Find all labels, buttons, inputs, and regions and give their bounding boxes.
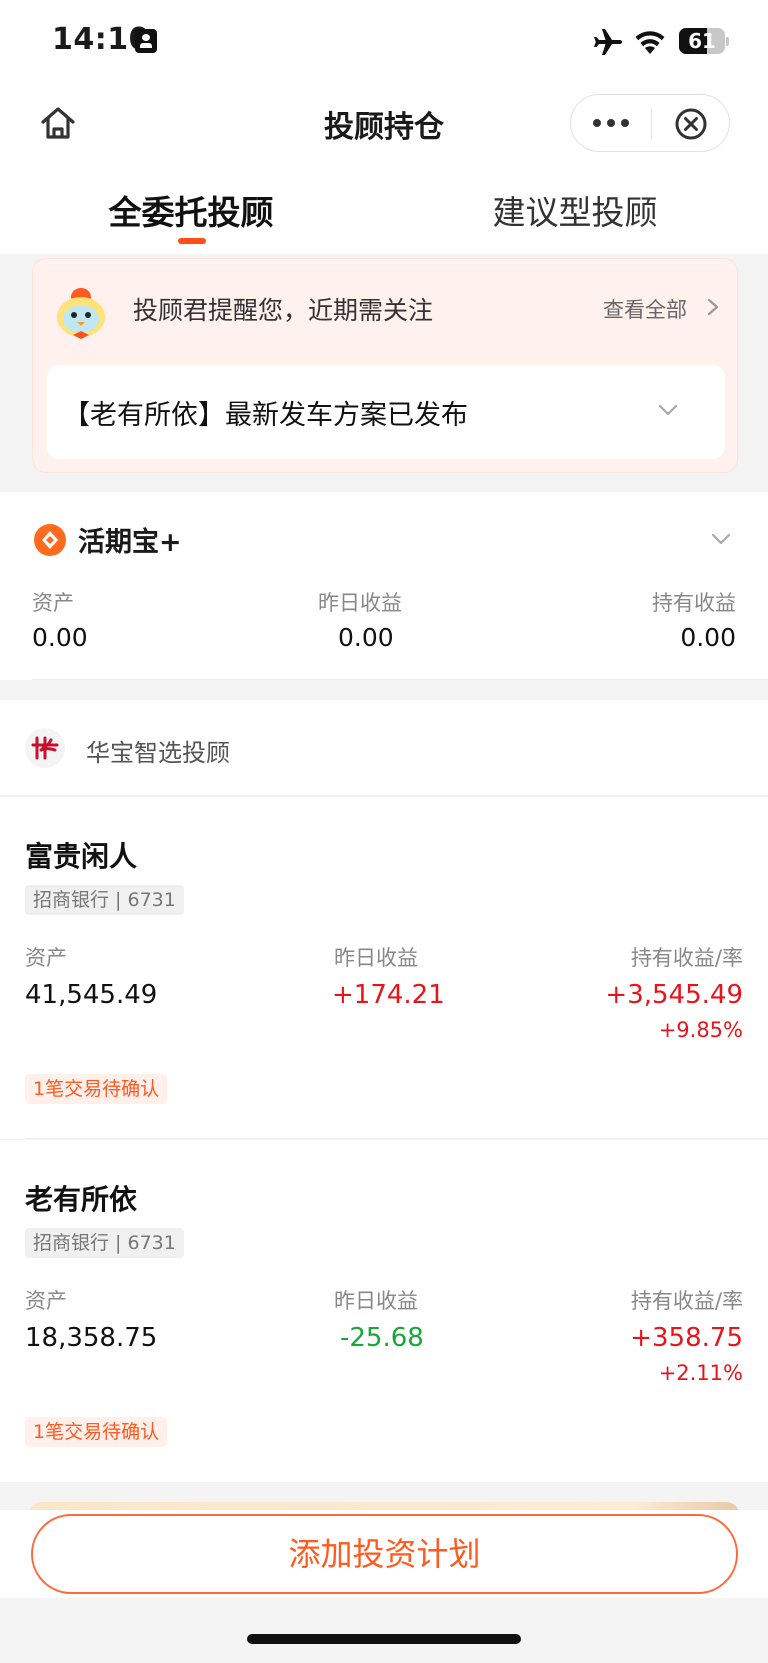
battery-percent: 61 <box>688 29 716 53</box>
yesterday-value: -25.68 <box>340 1323 424 1353</box>
asset-label: 资产 <box>25 946 67 970</box>
bank-tag: 招商银行 | 6731 <box>25 1228 184 1258</box>
holding-label: 持有收益/率 <box>630 1289 743 1313</box>
portfolio-card[interactable]: 富贵闲人 招商银行 | 6731 资产 昨日收益 持有收益/率 41,545.4… <box>0 797 768 1139</box>
id-card-icon <box>135 29 157 53</box>
home-indicator <box>247 1634 521 1644</box>
asset-label: 资产 <box>32 591 74 615</box>
holding-value: +358.75 <box>630 1323 743 1353</box>
close-icon[interactable] <box>673 106 709 142</box>
pending-badge[interactable]: 1笔交易待确认 <box>25 1417 168 1447</box>
airplane-icon <box>594 29 622 55</box>
holding-value: +3,545.49 <box>605 980 743 1010</box>
asset-value: 41,545.49 <box>25 980 158 1010</box>
advisor-name: 华宝智选投顾 <box>86 739 230 767</box>
asset-label: 资产 <box>25 1289 67 1313</box>
yesterday-value: 0.00 <box>338 623 394 652</box>
more-icon[interactable] <box>593 119 631 129</box>
pending-badge[interactable]: 1笔交易待确认 <box>25 1074 168 1104</box>
huoqibao-title: 活期宝+ <box>78 527 182 558</box>
wifi-icon <box>635 31 665 54</box>
mini-program-capsule <box>570 94 730 152</box>
active-tab-indicator <box>178 238 206 244</box>
add-investment-plan-button[interactable]: 添加投资计划 <box>31 1514 738 1594</box>
holding-value: 0.00 <box>680 623 736 652</box>
battery-icon: 61 <box>679 28 729 54</box>
chevron-right-icon[interactable] <box>705 297 721 317</box>
tab-advisory[interactable]: 建议型投顾 <box>492 186 658 234</box>
portfolio-name: 富贵闲人 <box>25 840 138 873</box>
yesterday-label: 昨日收益 <box>334 946 418 970</box>
huoqibao-logo-icon <box>34 524 66 556</box>
notice-item-text: 【老有所依】最新发车方案已发布 <box>63 400 468 431</box>
yesterday-value: +174.21 <box>332 980 445 1010</box>
tab-full-delegation[interactable]: 全委托投顾 <box>108 186 274 234</box>
notice-text: 投顾君提醒您，近期需关注 <box>133 296 434 325</box>
holding-label: 持有收益 <box>652 591 736 615</box>
chevron-down-icon[interactable] <box>657 401 679 419</box>
asset-value: 18,358.75 <box>25 1323 158 1353</box>
notice-card: 投顾君提醒您，近期需关注 查看全部 【老有所依】最新发车方案已发布 <box>32 258 738 473</box>
portfolio-name: 老有所依 <box>25 1183 138 1216</box>
huoqibao-card[interactable]: 活期宝+ 资产 昨日收益 持有收益 0.00 0.00 0.00 <box>0 492 768 680</box>
status-bar: 14:10 61 <box>0 0 768 84</box>
view-all-link[interactable]: 查看全部 <box>603 294 687 324</box>
mascot-icon <box>57 288 105 339</box>
holding-rate: +2.11% <box>658 1361 743 1385</box>
huabao-logo-icon <box>25 728 65 768</box>
bank-tag: 招商银行 | 6731 <box>25 885 184 915</box>
holding-label: 持有收益/率 <box>630 946 743 970</box>
portfolio-card[interactable]: 老有所依 招商银行 | 6731 资产 昨日收益 持有收益/率 18,358.7… <box>0 1140 768 1482</box>
divider <box>32 679 768 680</box>
tab-bar: 全委托投顾 建议型投顾 <box>0 168 768 254</box>
divider <box>25 1138 768 1139</box>
advisor-header: 华宝智选投顾 <box>0 700 768 796</box>
chevron-down-icon[interactable] <box>710 530 732 548</box>
notice-item[interactable]: 【老有所依】最新发车方案已发布 <box>47 365 725 459</box>
yesterday-label: 昨日收益 <box>318 591 402 615</box>
nav-bar: 投顾持仓 <box>0 84 768 168</box>
holding-rate: +9.85% <box>658 1018 743 1042</box>
yesterday-label: 昨日收益 <box>334 1289 418 1313</box>
bottom-bar: 添加投资计划 <box>0 1510 768 1598</box>
asset-value: 0.00 <box>32 623 88 652</box>
